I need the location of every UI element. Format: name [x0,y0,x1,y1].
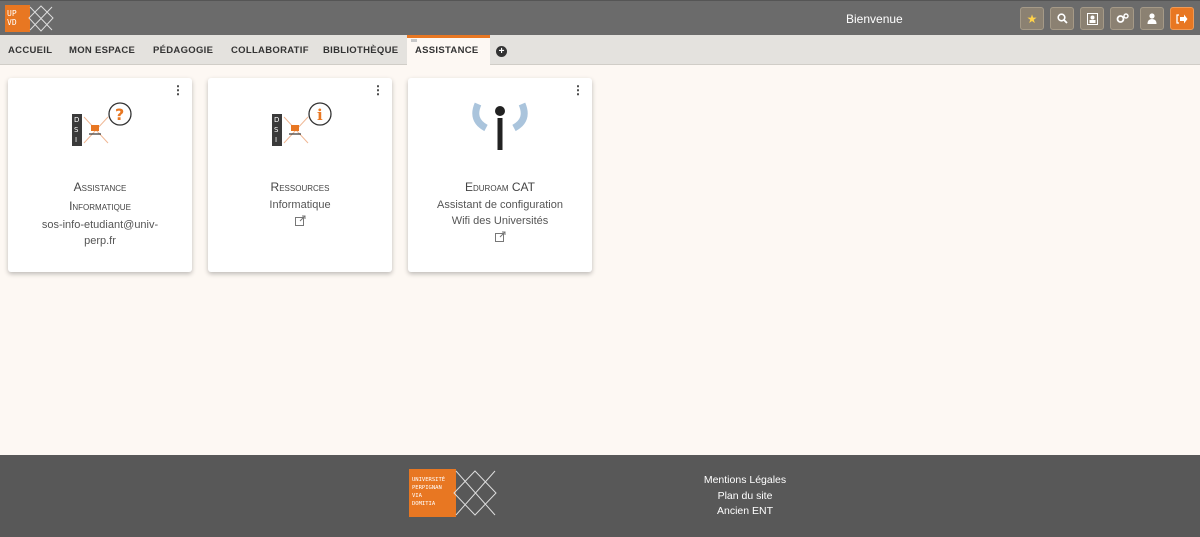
svg-text:S: S [74,126,79,134]
card-menu-icon[interactable]: ⋮ [572,84,584,96]
svg-text:i: i [317,106,323,124]
dsi-help-icon: D S I ? [72,102,132,146]
tab-mon-espace[interactable]: MON ESPACE [69,35,135,65]
upvd-logo[interactable]: UP VD [5,5,54,32]
footer-link-mentions[interactable]: Mentions Légales [680,473,810,489]
favorites-button[interactable]: ★ [1020,7,1044,30]
settings-icon [1116,13,1129,23]
add-tab-button[interactable]: + [496,46,507,57]
logo-text-bottom: VD [7,18,17,27]
footer: UNIVERSITÉ PERPIGNAN VIA DOMITIA Mention… [0,455,1200,537]
tab-collaboratif[interactable]: COLLABORATIF [231,35,309,65]
card-eduroam-cat[interactable]: ⋮ Eduroam CAT Assistant de configuration… [408,78,592,272]
footer-logo-line: VIA [412,493,422,499]
svg-text:?: ? [115,105,124,124]
card-title-line1: Eduroam CAT [464,180,535,194]
main-nav: ACCUEIL MON ESPACE PÉDAGOGIE COLLABORATI… [0,35,1200,65]
footer-logo-line: UNIVERSITÉ [412,477,446,483]
star-icon: ★ [1026,11,1038,26]
svg-text:I: I [275,136,277,144]
search-button[interactable] [1050,7,1074,30]
toolbar-icons: ★ [1020,7,1194,30]
footer-logo[interactable]: UNIVERSITÉ PERPIGNAN VIA DOMITIA [409,469,456,517]
card-subtitle-line1: Assistant de configuration [437,199,563,211]
card-email-line2: perp.fr [84,235,116,247]
card-title: Eduroam CAT [408,178,592,197]
eduroam-icon [472,102,528,150]
card-assistance-informatique[interactable]: ⋮ D S I ? Assistance Informatique sos-in… [8,78,192,272]
svg-text:S: S [274,126,279,134]
card-ressources-informatique[interactable]: ⋮ D S I i Ressources Informatique [208,78,392,272]
footer-links: Mentions Légales Plan du site Ancien ENT [680,473,810,520]
footer-logo-cross-icon [453,470,497,516]
card-subtitle-line1: Informatique [269,199,331,211]
card-subtitle: Assistant de configuration Wifi des Univ… [418,197,582,229]
contacts-button[interactable] [1080,7,1104,30]
user-icon [1147,13,1157,24]
external-link-icon[interactable] [208,215,392,229]
card-menu-icon[interactable]: ⋮ [372,84,384,96]
card-email-line1: sos-info-etudiant@univ- [41,219,159,231]
settings-button[interactable] [1110,7,1134,30]
user-button[interactable] [1140,7,1164,30]
welcome-text: Bienvenue [846,12,903,26]
tab-assistance[interactable]: ASSISTANCE [407,35,490,65]
card-title: Ressources [208,178,392,197]
contacts-icon [1086,12,1098,25]
card-subtitle-line2: Wifi des Universités [451,215,549,227]
search-icon [1056,13,1068,24]
logo-cross-icon [28,5,54,32]
footer-link-ancien-ent[interactable]: Ancien ENT [680,504,810,520]
card-title-line1: Ressources [270,180,330,194]
card-subtitle: Informatique [218,197,382,213]
external-link-icon[interactable] [408,231,592,245]
card-title: Assistance Informatique [8,178,192,216]
logo-square: UP VD [5,5,30,32]
tab-pedagogie[interactable]: PÉDAGOGIE [153,35,213,65]
footer-logo-line: PERPIGNAN [412,485,442,491]
dsi-info-icon: D S I i [272,102,332,146]
footer-link-plan[interactable]: Plan du site [680,489,810,505]
svg-text:D: D [274,116,279,124]
svg-text:D: D [74,116,79,124]
logout-icon [1176,13,1188,24]
logout-button[interactable] [1170,7,1194,30]
tab-bibliotheque[interactable]: BIBLIOTHÈQUE [323,35,398,65]
footer-logo-line: DOMITIA [412,501,436,507]
logo-text-top: UP [7,9,17,18]
svg-text:I: I [75,136,77,144]
card-menu-icon[interactable]: ⋮ [172,84,184,96]
card-title-line1: Assistance [73,180,127,194]
card-email[interactable]: sos-info-etudiant@univ- perp.fr [18,217,182,249]
card-title-line2: Informatique [69,199,131,213]
top-bar: UP VD Bienvenue ★ [0,0,1200,35]
tab-accueil[interactable]: ACCUEIL [8,35,52,65]
